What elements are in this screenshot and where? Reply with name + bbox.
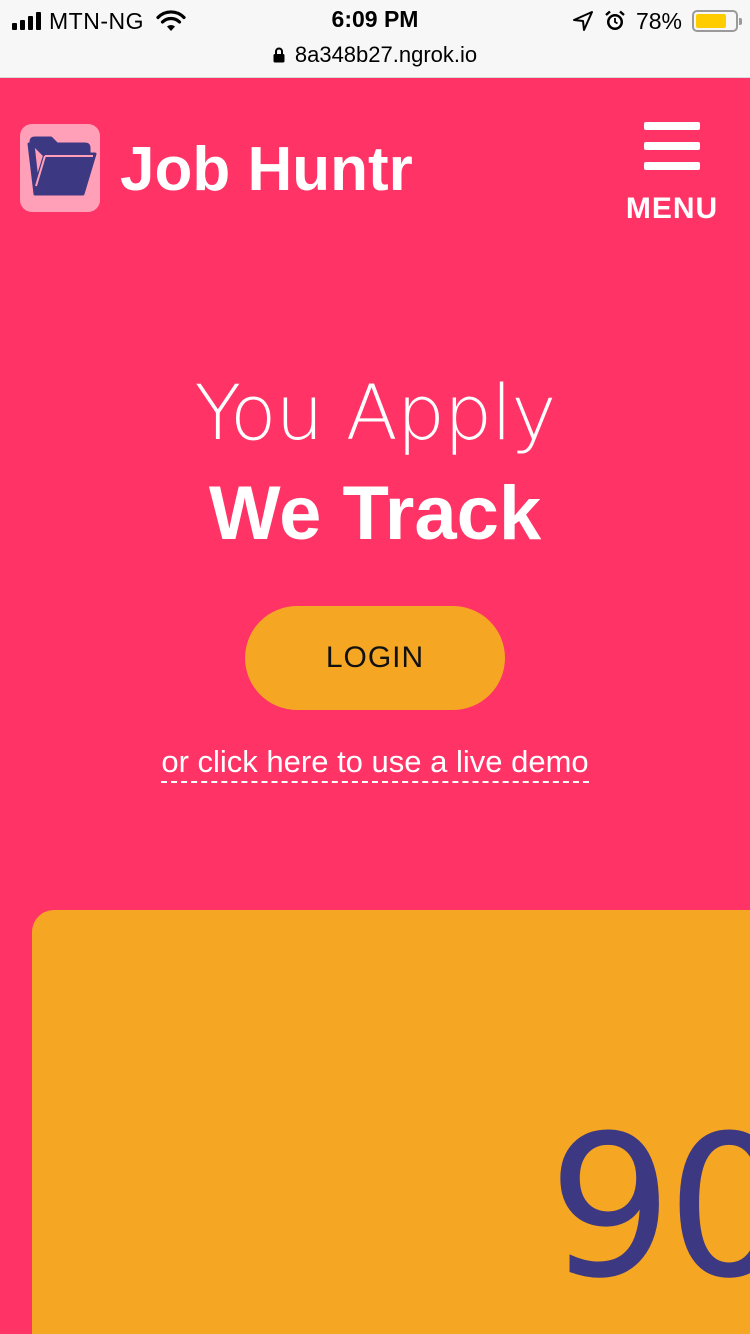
url-text: 8a348b27.ngrok.io	[294, 42, 478, 67]
url-bar[interactable]: 8a348b27.ngrok.io	[0, 40, 750, 70]
logo[interactable]	[20, 124, 100, 212]
stat-number: 900	[548, 1094, 750, 1322]
status-bar: MTN-NG 6:09 PM 78% 8a348b27.ngrok.io	[0, 0, 750, 78]
location-arrow-icon	[572, 11, 593, 31]
alarm-icon	[605, 10, 625, 30]
folder-icon	[27, 136, 97, 196]
stat-card: 900	[32, 910, 750, 1334]
lock-icon	[273, 47, 285, 63]
brand-name[interactable]: Job Huntr	[120, 134, 413, 206]
battery-icon	[692, 10, 742, 32]
hamburger-icon	[644, 122, 700, 172]
tagline-you-apply: You Apply	[194, 368, 557, 457]
battery-level	[696, 14, 726, 28]
tagline-we-track: We Track	[208, 471, 542, 556]
battery-percent: 78%	[635, 7, 682, 34]
menu-button[interactable]: MENU	[620, 116, 724, 228]
login-button[interactable]: LOGIN	[245, 606, 505, 710]
demo-link-row: or click here to use a live demo	[0, 744, 750, 783]
live-demo-link[interactable]: or click here to use a live demo	[161, 744, 589, 783]
menu-label: MENU	[625, 192, 719, 225]
status-right: 78%	[572, 7, 742, 34]
